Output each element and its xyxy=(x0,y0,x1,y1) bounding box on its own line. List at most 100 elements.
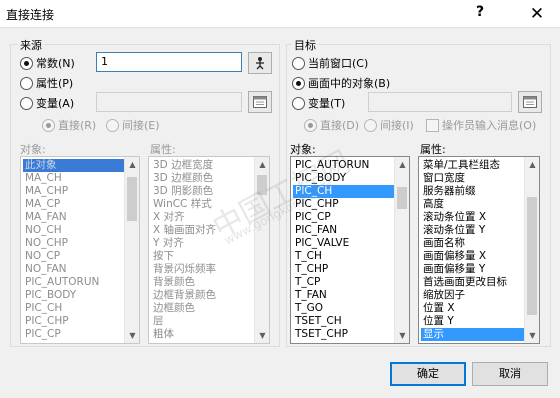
list-item[interactable]: 画面偏移量 X xyxy=(421,250,524,263)
source-property-list[interactable]: 3D 边框宽度 3D 边框颜色 3D 阴影颜色 WinCC 样式 X 对齐 X … xyxy=(148,156,270,344)
list-item[interactable]: MA_CH xyxy=(23,172,124,185)
source-indirect-radio: 间接(E) xyxy=(106,117,160,133)
list-item[interactable]: 位置 Y xyxy=(421,315,524,328)
list-item[interactable]: 背景颜色 xyxy=(151,276,254,289)
tag-select-button[interactable] xyxy=(248,52,272,74)
radio-circle xyxy=(304,118,317,132)
source-indirect-label: 间接(E) xyxy=(122,119,160,132)
list-item[interactable]: PIC_CP xyxy=(23,328,124,341)
list-item[interactable]: 缩放因子 xyxy=(421,289,524,302)
help-button[interactable]: ? xyxy=(476,4,484,20)
source-constant-radio[interactable]: 常数(N) xyxy=(20,55,75,71)
target-direct-radio: 直接(D) xyxy=(304,117,359,133)
target-variable-radio[interactable]: 变量(T) xyxy=(292,95,345,111)
list-item[interactable]: 首选画面更改目标 xyxy=(421,276,524,289)
operator-message-checkbox: 操作员输入消息(O) xyxy=(426,117,536,133)
source-object-list-label: 对象: xyxy=(20,143,46,156)
ok-button[interactable]: 确定 xyxy=(390,362,466,386)
list-item[interactable]: PIC_CH xyxy=(23,302,124,315)
target-object-scrollbar[interactable]: ▲ ▼ xyxy=(394,157,409,343)
cancel-button[interactable]: 取消 xyxy=(472,362,548,386)
list-item[interactable]: 按下 xyxy=(151,250,254,263)
list-item[interactable]: 此对象 xyxy=(23,159,124,172)
scroll-down-icon[interactable]: ▼ xyxy=(125,328,139,343)
target-object-list[interactable]: PIC_AUTORUN PIC_BODY PIC_CH PIC_CHP PIC_… xyxy=(290,156,410,344)
list-item[interactable]: 边框颜色 xyxy=(151,302,254,315)
list-item[interactable]: NO_CP xyxy=(23,250,124,263)
list-item[interactable]: 3D 阴影颜色 xyxy=(151,185,254,198)
list-item[interactable]: 滚动条位置 Y xyxy=(421,224,524,237)
list-item[interactable]: TSET_CHP xyxy=(293,328,394,341)
target-property-scrollbar[interactable]: ▲ ▼ xyxy=(524,157,539,343)
list-item[interactable]: 位置 X xyxy=(421,302,524,315)
list-item[interactable]: 背景闪烁频率 xyxy=(151,263,254,276)
scroll-up-icon[interactable]: ▲ xyxy=(525,157,539,172)
list-item[interactable]: PIC_CP xyxy=(293,211,394,224)
list-item[interactable]: 高度 xyxy=(421,198,524,211)
list-item[interactable]: 3D 边框颜色 xyxy=(151,172,254,185)
scroll-thumb[interactable] xyxy=(397,187,407,209)
list-item[interactable]: PIC_AUTORUN xyxy=(293,159,394,172)
list-item[interactable]: PIC_BODY xyxy=(23,289,124,302)
constant-value-input[interactable]: 1 xyxy=(96,52,242,72)
list-item[interactable]: PIC_CHP xyxy=(293,198,394,211)
list-item[interactable]: NO_CHP xyxy=(23,237,124,250)
scroll-up-icon[interactable]: ▲ xyxy=(125,157,139,172)
scroll-up-icon[interactable]: ▲ xyxy=(255,157,269,172)
browse-icon xyxy=(253,96,267,108)
target-property-list[interactable]: 菜单/工具栏组态 窗口宽度 服务器前缀 高度 滚动条位置 X 滚动条位置 Y 画… xyxy=(418,156,540,344)
list-item[interactable]: 服务器前缀 xyxy=(421,185,524,198)
list-item[interactable]: T_GO xyxy=(293,302,394,315)
source-property-scrollbar[interactable]: ▲ ▼ xyxy=(254,157,269,343)
list-item[interactable]: PIC_AUTORUN xyxy=(23,276,124,289)
list-item[interactable]: WinCC 样式 xyxy=(151,198,254,211)
list-item[interactable]: 3D 边框宽度 xyxy=(151,159,254,172)
source-variable-radio[interactable]: 变量(A) xyxy=(20,95,74,111)
list-item[interactable]: PIC_FAN xyxy=(293,224,394,237)
list-item[interactable]: X 轴画面对齐 xyxy=(151,224,254,237)
list-item[interactable]: 画面偏移量 Y xyxy=(421,263,524,276)
scroll-down-icon[interactable]: ▼ xyxy=(395,328,409,343)
source-browse-button[interactable] xyxy=(248,91,272,113)
target-current-window-label: 当前窗口(C) xyxy=(308,57,369,70)
scroll-down-icon[interactable]: ▼ xyxy=(525,328,539,343)
target-browse-button[interactable] xyxy=(518,91,542,113)
list-item[interactable]: MA_CHP xyxy=(23,185,124,198)
list-item[interactable]: 层 xyxy=(151,315,254,328)
list-item[interactable]: X 对齐 xyxy=(151,211,254,224)
list-item[interactable]: 边框背景颜色 xyxy=(151,289,254,302)
list-item[interactable]: T_FAN xyxy=(293,289,394,302)
source-property-radio[interactable]: 属性(P) xyxy=(20,75,73,91)
list-item[interactable]: PIC_BODY xyxy=(293,172,394,185)
list-item[interactable]: PIC_VALVE xyxy=(293,237,394,250)
radio-circle xyxy=(292,56,305,70)
scroll-up-icon[interactable]: ▲ xyxy=(395,157,409,172)
list-item[interactable]: TSET_CH xyxy=(293,315,394,328)
target-object-in-picture-radio[interactable]: 画面中的对象(B) xyxy=(292,75,390,91)
list-item[interactable]: 菜单/工具栏组态 xyxy=(421,159,524,172)
list-item[interactable]: T_CH xyxy=(293,250,394,263)
target-current-window-radio[interactable]: 当前窗口(C) xyxy=(292,55,368,71)
source-object-list[interactable]: 此对象 MA_CH MA_CHP MA_CP MA_FAN NO_CH NO_C… xyxy=(20,156,140,344)
list-item[interactable]: T_CHP xyxy=(293,263,394,276)
list-item[interactable]: PIC_CH xyxy=(293,185,394,198)
list-item[interactable]: 窗口宽度 xyxy=(421,172,524,185)
window-title: 直接连接 xyxy=(6,8,55,22)
scroll-thumb[interactable] xyxy=(527,197,537,315)
list-item[interactable]: 粗体 xyxy=(151,328,254,341)
list-item[interactable]: 滚动条位置 X xyxy=(421,211,524,224)
list-item[interactable]: MA_FAN xyxy=(23,211,124,224)
scroll-thumb[interactable] xyxy=(257,175,267,195)
list-item[interactable]: MA_CP xyxy=(23,198,124,211)
list-item[interactable]: Y 对齐 xyxy=(151,237,254,250)
list-item[interactable]: 显示 xyxy=(421,328,524,341)
scroll-down-icon[interactable]: ▼ xyxy=(255,328,269,343)
close-button[interactable]: ✕ xyxy=(522,2,552,26)
list-item[interactable]: NO_CH xyxy=(23,224,124,237)
source-object-scrollbar[interactable]: ▲ ▼ xyxy=(124,157,139,343)
list-item[interactable]: PIC_CHP xyxy=(23,315,124,328)
list-item[interactable]: 画面名称 xyxy=(421,237,524,250)
list-item[interactable]: NO_FAN xyxy=(23,263,124,276)
scroll-thumb[interactable] xyxy=(127,177,137,221)
list-item[interactable]: T_CP xyxy=(293,276,394,289)
